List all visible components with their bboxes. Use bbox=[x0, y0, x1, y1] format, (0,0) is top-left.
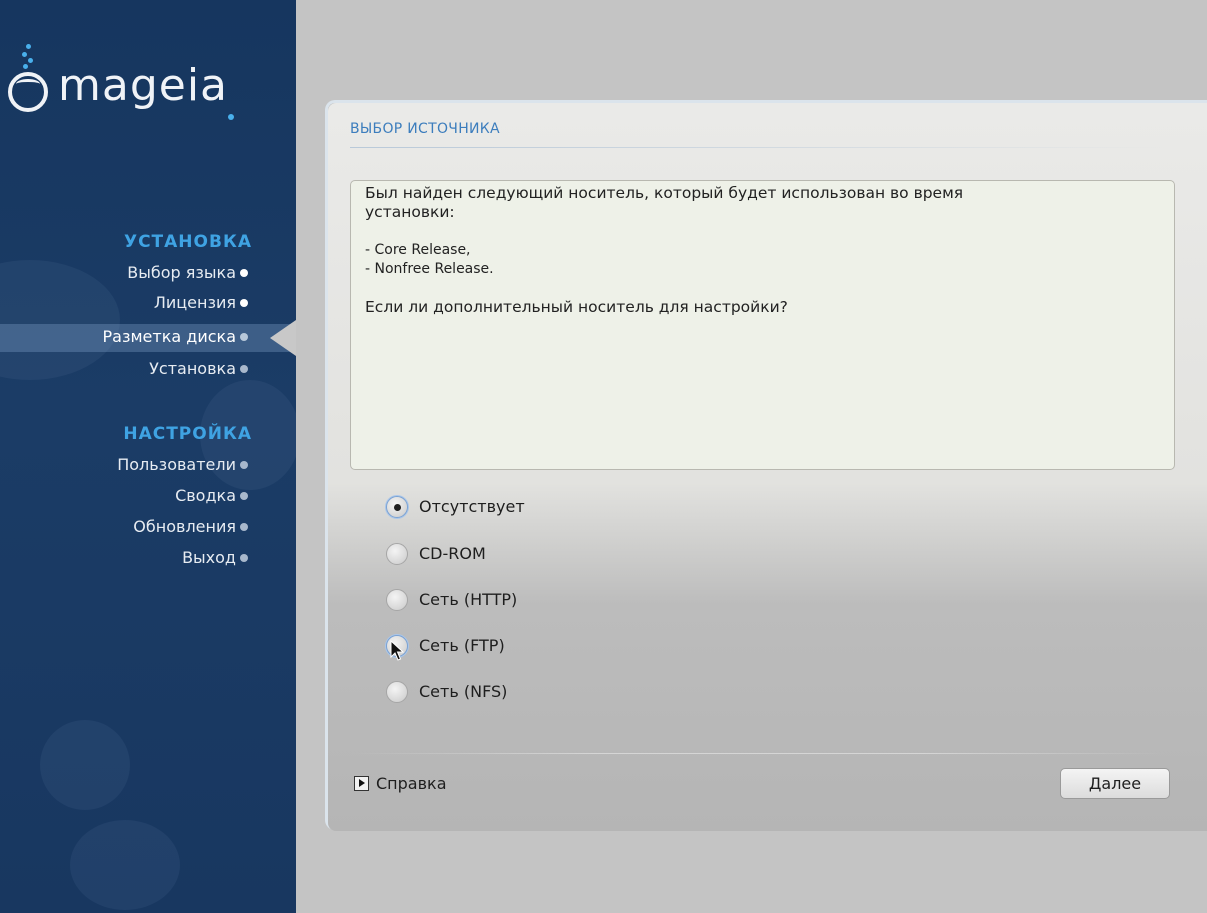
sidebar-item-label: Установка bbox=[149, 359, 236, 378]
radio-option-none[interactable]: Отсутствует bbox=[386, 493, 686, 523]
step-done-bullet-icon bbox=[240, 269, 248, 277]
step-current-bullet-icon bbox=[240, 333, 248, 341]
expand-triangle-icon[interactable] bbox=[354, 776, 369, 791]
media-selection-panel: ВЫБОР ИСТОЧНИКА Был найден следующий нос… bbox=[325, 100, 1207, 831]
radio-label[interactable]: Сеть (FTP) bbox=[419, 636, 505, 655]
media-item: - Nonfree Release. bbox=[365, 261, 494, 277]
sidebar-item-label: Обновления bbox=[133, 517, 236, 536]
sidebar-item-summary: Сводка bbox=[0, 483, 296, 511]
message-question: Если ли дополнительный носитель для наст… bbox=[365, 298, 788, 316]
radio-button[interactable] bbox=[386, 543, 408, 565]
sidebar-item-license: Лицензия bbox=[0, 290, 296, 318]
sidebar-item-users: Пользователи bbox=[0, 452, 296, 480]
radio-button[interactable] bbox=[386, 496, 408, 518]
radio-button[interactable] bbox=[386, 589, 408, 611]
current-step-arrow-icon bbox=[270, 320, 296, 356]
radio-label[interactable]: Отсутствует bbox=[419, 497, 525, 516]
sidebar-item-partitioning: Разметка диска bbox=[0, 320, 296, 356]
radio-button[interactable] bbox=[386, 681, 408, 703]
message-box: Был найден следующий носитель, который б… bbox=[350, 180, 1175, 470]
mageia-logo: mageia bbox=[8, 44, 288, 124]
logo-text: mageia bbox=[58, 60, 229, 111]
sidebar-item-label: Разметка диска bbox=[102, 327, 236, 346]
background-flower-decoration bbox=[40, 720, 130, 810]
radio-label[interactable]: CD-ROM bbox=[419, 544, 486, 563]
radio-option-nfs[interactable]: Сеть (NFS) bbox=[386, 678, 686, 708]
sidebar: mageia УСТАНОВКА Выбор языка Лицензия Ра… bbox=[0, 0, 296, 913]
step-pending-bullet-icon bbox=[240, 365, 248, 373]
next-button[interactable]: Далее bbox=[1060, 768, 1170, 799]
mouse-pointer-icon bbox=[390, 640, 404, 661]
step-pending-bullet-icon bbox=[240, 523, 248, 531]
sidebar-section-install: УСТАНОВКА bbox=[123, 232, 252, 252]
title-divider bbox=[350, 147, 1167, 148]
logo-cauldron-icon bbox=[8, 72, 48, 112]
sidebar-item-language: Выбор языка bbox=[0, 260, 296, 288]
step-pending-bullet-icon bbox=[240, 461, 248, 469]
radio-option-cdrom[interactable]: CD-ROM bbox=[386, 540, 686, 570]
sidebar-item-updates: Обновления bbox=[0, 514, 296, 542]
step-pending-bullet-icon bbox=[240, 554, 248, 562]
sidebar-item-label: Выбор языка bbox=[127, 263, 236, 282]
radio-label[interactable]: Сеть (NFS) bbox=[419, 682, 507, 701]
sidebar-item-label: Выход bbox=[182, 548, 236, 567]
sidebar-item-label: Сводка bbox=[175, 486, 236, 505]
sidebar-section-configuration: НАСТРОЙКА bbox=[123, 424, 252, 444]
radio-label[interactable]: Сеть (HTTP) bbox=[419, 590, 517, 609]
page-title: ВЫБОР ИСТОЧНИКА bbox=[350, 121, 500, 137]
message-line: установки: bbox=[365, 203, 455, 221]
installer-window: mageia УСТАНОВКА Выбор языка Лицензия Ра… bbox=[0, 0, 1207, 913]
step-done-bullet-icon bbox=[240, 299, 248, 307]
sidebar-item-exit: Выход bbox=[0, 545, 296, 573]
step-pending-bullet-icon bbox=[240, 492, 248, 500]
help-expander[interactable]: Справка bbox=[354, 773, 514, 795]
media-item: - Core Release, bbox=[365, 242, 471, 258]
logo-dot bbox=[228, 114, 234, 120]
footer-divider bbox=[350, 753, 1167, 754]
sidebar-item-installation: Установка bbox=[0, 356, 296, 384]
background-flower-decoration bbox=[70, 820, 180, 910]
message-line: Был найден следующий носитель, который б… bbox=[365, 184, 964, 202]
sidebar-item-label: Лицензия bbox=[153, 293, 236, 312]
radio-option-http[interactable]: Сеть (HTTP) bbox=[386, 586, 686, 616]
help-label[interactable]: Справка bbox=[376, 774, 447, 793]
radio-option-ftp[interactable]: Сеть (FTP) bbox=[386, 632, 686, 662]
sidebar-item-label: Пользователи bbox=[117, 455, 236, 474]
